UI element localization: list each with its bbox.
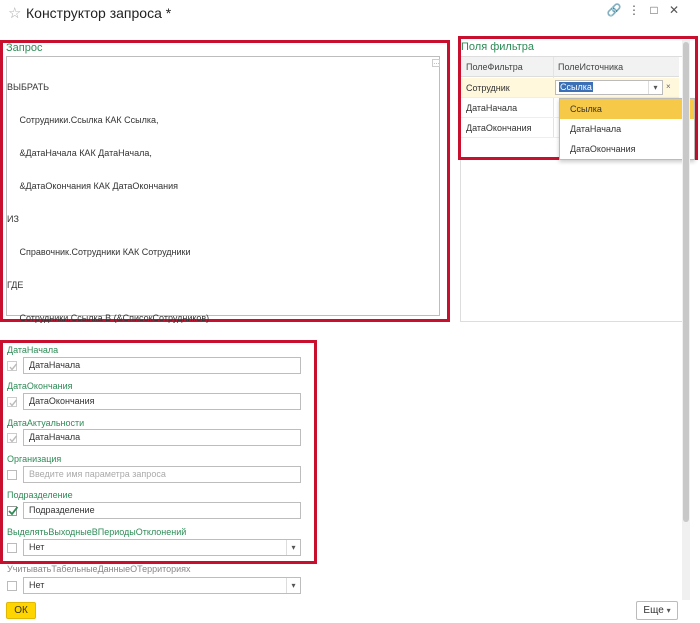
param-label: Подразделение (7, 490, 73, 500)
param-checkbox[interactable] (7, 361, 18, 371)
param-label: ВыделятьВыходныеВПериодыОтклонений (7, 527, 187, 537)
chevron-down-icon: ▾ (666, 606, 671, 615)
param-input[interactable]: ДатаНачала (23, 357, 301, 374)
chevron-down-icon[interactable]: ▾ (286, 540, 300, 555)
param-checkbox[interactable] (7, 470, 17, 480)
more-button[interactable]: Еще ▾ (636, 601, 678, 620)
param-label: ДатаОкончания (7, 381, 73, 391)
param-input[interactable]: Введите имя параметра запроса (23, 466, 301, 483)
param-select-value: Нет (29, 542, 45, 552)
param-label: УчитыватьТабельныеДанныеОТерриториях (7, 564, 191, 574)
param-checkbox[interactable] (7, 506, 19, 516)
param-checkbox[interactable] (7, 543, 17, 553)
more-button-label: Еще (643, 605, 664, 616)
param-input[interactable]: ДатаНачала (23, 429, 301, 446)
param-select[interactable]: Нет ▾ (23, 539, 301, 556)
param-checkbox[interactable] (7, 433, 18, 443)
param-select-value: Нет (29, 580, 45, 590)
check-icon (9, 435, 18, 443)
check-icon (9, 399, 18, 407)
param-label: ДатаНачала (7, 345, 59, 355)
check-icon (8, 506, 19, 516)
param-label: Организация (7, 454, 62, 464)
chevron-down-icon[interactable]: ▾ (286, 578, 300, 593)
params-panel: ДатаНачала ДатаНачала ДатаОкончания Дата… (0, 0, 700, 623)
param-select[interactable]: Нет ▾ (23, 577, 301, 594)
param-checkbox[interactable] (7, 397, 18, 407)
check-icon (9, 363, 18, 371)
param-input[interactable]: ДатаОкончания (23, 393, 301, 410)
ok-button[interactable]: ОК (6, 602, 36, 619)
param-checkbox[interactable] (7, 581, 17, 591)
param-label: ДатаАктуальности (7, 418, 85, 428)
param-input[interactable]: Подразделение (23, 502, 301, 519)
